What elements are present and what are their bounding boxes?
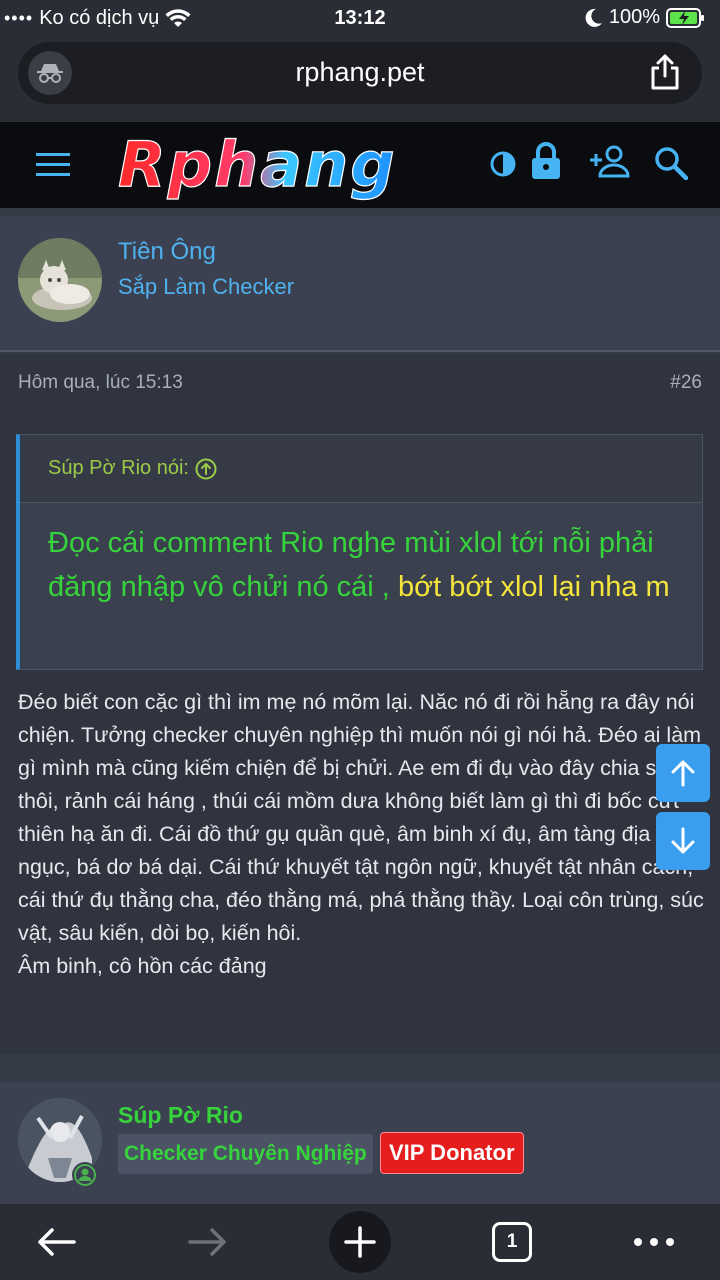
scroll-to-bottom-button[interactable] xyxy=(656,812,710,870)
hamburger-menu-icon[interactable] xyxy=(36,152,70,183)
post-body: Hôm qua, lúc 15:13 #26 Súp Pờ Rio nói: Đ… xyxy=(0,354,720,1054)
battery-charging-icon xyxy=(666,7,704,28)
avatar[interactable] xyxy=(18,238,102,322)
address-bar[interactable]: rphang.pet xyxy=(18,42,702,104)
theme-toggle-icon[interactable] xyxy=(490,146,516,187)
site-logo[interactable]: Rphang xyxy=(112,127,442,204)
quote-header: Súp Pờ Rio nói: xyxy=(20,435,702,503)
share-icon[interactable] xyxy=(650,54,680,95)
arrow-up-circle-icon[interactable] xyxy=(195,458,217,480)
username-link-2[interactable]: Súp Pờ Rio xyxy=(118,1102,243,1129)
online-status-icon xyxy=(72,1162,98,1188)
battery-percent: 100% xyxy=(608,6,660,28)
browser-address-area: rphang.pet xyxy=(0,38,720,122)
register-user-icon[interactable] xyxy=(588,144,630,183)
quote-text-yellow: bớt bớt xlol lại nha m xyxy=(397,571,670,603)
new-tab-button[interactable] xyxy=(329,1204,391,1280)
message-paragraph: Đéo biết con cặc gì thì im mẹ nó mõm lại… xyxy=(18,690,704,945)
user-title-badge: Checker Chuyên Nghiệp xyxy=(118,1134,373,1174)
user-title: Sắp Làm Checker xyxy=(118,274,295,299)
scroll-to-top-button[interactable] xyxy=(656,744,710,802)
forward-button[interactable] xyxy=(180,1204,236,1280)
arrow-left-icon xyxy=(38,1228,76,1256)
username-link[interactable]: Tiên Ông xyxy=(118,238,216,266)
message-paragraph-2: Âm binh, cô hồn các đảng xyxy=(18,954,267,978)
status-bar: •••• Ko có dịch vụ 13:12 100% xyxy=(0,0,720,38)
post-message: Đéo biết con cặc gì thì im mẹ nó mõm lại… xyxy=(18,686,708,983)
site-header: Rphang xyxy=(0,122,720,208)
post-user-header: Tiên Ông Sắp Làm Checker xyxy=(0,216,720,352)
browser-toolbar: 1 xyxy=(0,1204,720,1280)
arrow-up-icon xyxy=(671,760,695,787)
plus-icon xyxy=(329,1211,391,1273)
lock-icon[interactable] xyxy=(530,142,562,185)
search-icon[interactable] xyxy=(654,146,689,185)
more-options-button[interactable] xyxy=(626,1204,682,1280)
logo-text: Rphang xyxy=(118,128,397,201)
url-text[interactable]: rphang.pet xyxy=(18,57,702,88)
moon-icon xyxy=(585,8,602,27)
quote-text: Đọc cái comment Rio nghe mùi xlol tới nỗ… xyxy=(48,521,688,609)
tab-count: 1 xyxy=(492,1222,532,1262)
arrow-down-icon xyxy=(671,827,695,854)
post-number[interactable]: #26 xyxy=(670,372,702,394)
status-right: 100% xyxy=(585,6,706,29)
tabs-button[interactable]: 1 xyxy=(488,1204,536,1280)
quote-block: Súp Pờ Rio nói: Đọc cái comment Rio nghe… xyxy=(16,434,703,670)
post-user-header-2: Súp Pờ Rio Checker Chuyên Nghiệp VIP Don… xyxy=(0,1082,720,1204)
post-timestamp[interactable]: Hôm qua, lúc 15:13 xyxy=(18,372,183,394)
more-icon xyxy=(634,1238,674,1246)
quote-author[interactable]: Súp Pờ Rio nói: xyxy=(48,457,189,480)
quote-attribution-link[interactable]: Súp Pờ Rio nói: xyxy=(48,457,217,480)
back-button[interactable] xyxy=(28,1204,84,1280)
vip-badge: VIP Donator xyxy=(380,1132,524,1174)
arrow-right-icon xyxy=(188,1228,226,1256)
